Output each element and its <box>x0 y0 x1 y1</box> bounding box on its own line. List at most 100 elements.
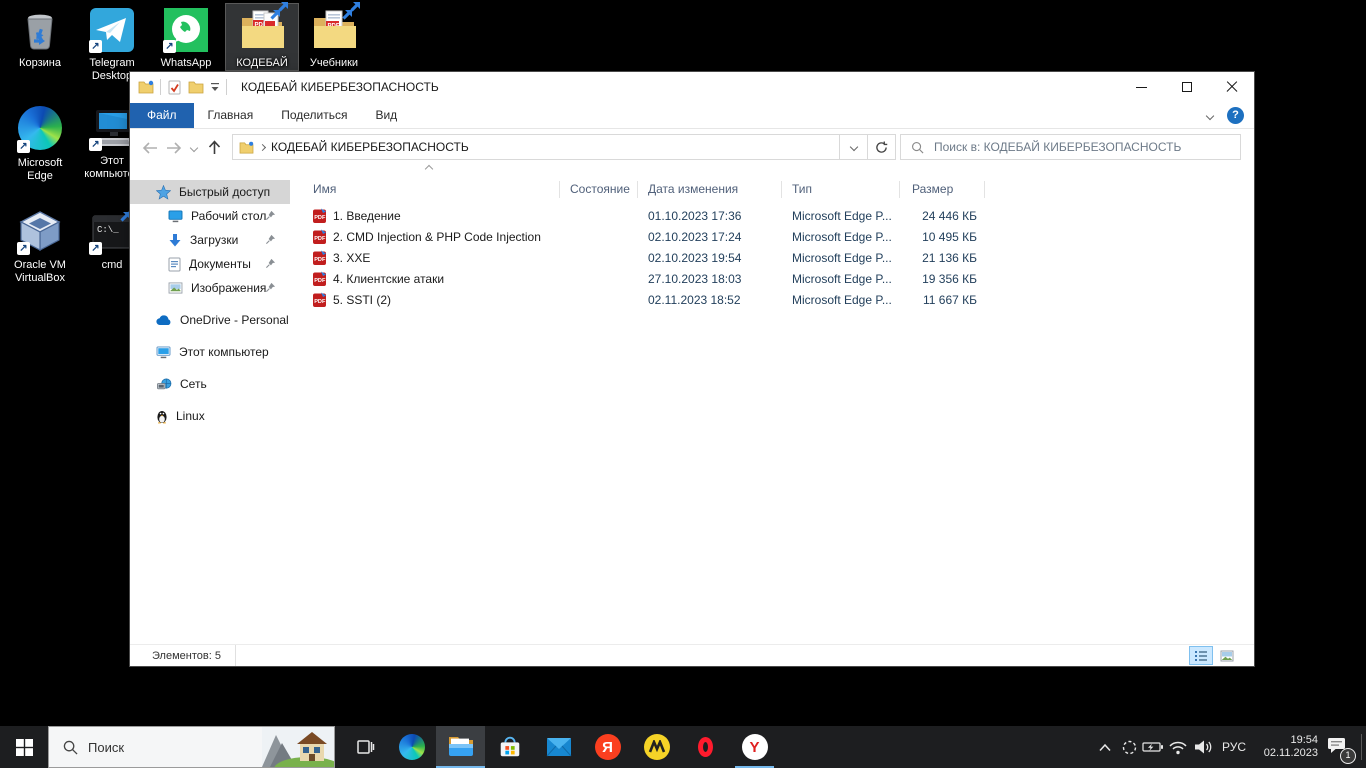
address-folder-icon <box>239 141 254 154</box>
refresh-button[interactable] <box>868 134 896 160</box>
maximize-button[interactable] <box>1164 72 1209 102</box>
desktop-icon-recycle-bin[interactable]: Корзина <box>4 6 76 70</box>
sidebar-item-label: Загрузки <box>190 233 238 247</box>
column-header-size[interactable]: Размер <box>900 181 985 198</box>
taskbar-store-button[interactable] <box>485 726 534 768</box>
desktop-icon-label: WhatsApp <box>150 57 222 70</box>
tab-file[interactable]: Файл <box>130 103 194 128</box>
speaker-icon <box>1194 739 1213 755</box>
search-placeholder: Поиск в: КОДЕБАЙ КИБЕРБЕЗОПАСНОСТЬ <box>934 140 1181 154</box>
tab-share[interactable]: Поделиться <box>267 103 361 128</box>
start-button[interactable] <box>0 726 48 768</box>
taskbar-mail-button[interactable] <box>534 726 583 768</box>
window-controls <box>1119 72 1254 102</box>
cmd-icon: C:\_ ↗ <box>88 208 136 256</box>
yellow-app-icon <box>644 734 670 760</box>
compressed-arrows-icon <box>268 1 290 23</box>
new-folder-button[interactable] <box>188 80 204 94</box>
downloads-arrow-icon <box>168 233 182 248</box>
desktop-icon-edge[interactable]: ↗ Microsoft Edge <box>4 104 76 183</box>
desktop-icon-whatsapp[interactable]: ↗ WhatsApp <box>150 6 222 70</box>
sidebar-item-pictures[interactable]: Изображения <box>130 276 290 300</box>
edge-icon: ↗ <box>16 106 64 154</box>
tray-language-indicator[interactable]: РУС <box>1216 726 1252 768</box>
tray-clock[interactable]: 19:54 02.11.2023 <box>1252 726 1318 768</box>
file-row[interactable]: PDF4. Клиентские атаки 27.10.2023 18:03 … <box>290 268 1254 289</box>
mail-icon <box>545 736 573 758</box>
address-bar[interactable]: КОДЕБАЙ КИБЕРБЕЗОПАСНОСТЬ <box>232 134 840 160</box>
tray-expand-button[interactable] <box>1094 726 1116 768</box>
desktop-icon-kodebay[interactable]: PDF КОДЕБАЙ <box>226 4 298 70</box>
sidebar-item-linux[interactable]: Linux <box>130 404 290 428</box>
taskbar-yandex-app-button[interactable]: Я <box>583 726 632 768</box>
taskbar-search-box[interactable]: Поиск <box>48 726 335 768</box>
task-view-button[interactable] <box>340 726 389 768</box>
file-date-modified: 02.11.2023 18:52 <box>638 293 782 307</box>
close-button[interactable] <box>1209 72 1254 102</box>
recent-locations-dropdown-icon[interactable] <box>186 136 202 160</box>
tray-app-button[interactable] <box>1118 726 1140 768</box>
sidebar-item-onedrive[interactable]: OneDrive - Personal <box>130 308 290 332</box>
sidebar-item-label: Документы <box>189 257 251 271</box>
properties-button[interactable] <box>167 80 182 95</box>
file-date-modified: 02.10.2023 19:54 <box>638 251 782 265</box>
onedrive-cloud-icon <box>156 315 172 326</box>
shortcut-arrow-badge: ↗ <box>17 140 30 153</box>
sidebar-item-label: Сеть <box>180 377 207 391</box>
search-icon <box>911 141 924 154</box>
taskbar-file-explorer-button[interactable] <box>436 726 485 768</box>
pin-icon <box>265 234 276 245</box>
sidebar-item-this-pc[interactable]: Этот компьютер <box>130 340 290 364</box>
file-date-modified: 01.10.2023 17:36 <box>638 209 782 223</box>
file-row[interactable]: PDF2. CMD Injection & PHP Code Injection… <box>290 226 1254 247</box>
tray-volume-button[interactable] <box>1190 726 1216 768</box>
file-row[interactable]: PDF1. Введение 01.10.2023 17:36 Microsof… <box>290 205 1254 226</box>
show-desktop-button[interactable] <box>1361 734 1362 760</box>
column-header-status[interactable]: Состояние <box>560 181 638 198</box>
forward-button[interactable] <box>162 136 186 160</box>
file-row[interactable]: PDF3. XXE 02.10.2023 19:54 Microsoft Edg… <box>290 247 1254 268</box>
tab-home[interactable]: Главная <box>194 103 268 128</box>
shortcut-arrow-badge: ↗ <box>89 242 102 255</box>
column-header-type[interactable]: Тип <box>782 181 900 198</box>
file-row[interactable]: PDF5. SSTI (2) 02.11.2023 18:52 Microsof… <box>290 289 1254 310</box>
column-header-date-modified[interactable]: Дата изменения <box>638 181 782 198</box>
desktop-icon-uchebniki[interactable]: PDF Учебники <box>298 6 370 70</box>
search-input[interactable]: Поиск в: КОДЕБАЙ КИБЕРБЕЗОПАСНОСТЬ <box>900 134 1241 160</box>
column-headers: Имя Состояние Дата изменения Тип Размер <box>290 178 1254 200</box>
sidebar-item-quick-access[interactable]: Быстрый доступ <box>130 180 290 204</box>
status-bar: Элементов: 5 <box>130 644 1254 666</box>
sidebar-item-downloads[interactable]: Загрузки <box>130 228 290 252</box>
sidebar-item-desktop[interactable]: Рабочий стол <box>130 204 290 228</box>
sidebar-item-label: Быстрый доступ <box>179 185 270 199</box>
help-icon[interactable]: ? <box>1227 107 1244 124</box>
tray-time: 19:54 <box>1252 734 1318 747</box>
shortcut-arrow-badge: ↗ <box>163 40 176 53</box>
tray-wifi-button[interactable] <box>1166 726 1190 768</box>
tray-battery-button[interactable] <box>1140 726 1166 768</box>
desktop-icon-label: Учебники <box>298 57 370 70</box>
customize-qat-dropdown-icon[interactable] <box>210 82 220 92</box>
up-button[interactable] <box>202 136 226 160</box>
column-header-name[interactable]: Имя <box>290 181 560 198</box>
svg-text:PDF: PDF <box>314 257 326 263</box>
back-button[interactable] <box>138 136 162 160</box>
sidebar-item-documents[interactable]: Документы <box>130 252 290 276</box>
taskbar-edge-button[interactable] <box>387 726 436 768</box>
taskbar-yellow-app-button[interactable] <box>632 726 681 768</box>
taskbar-yandex-browser-button[interactable]: Y <box>730 726 779 768</box>
desktop-icon-virtualbox[interactable]: ↗ Oracle VM VirtualBox <box>4 208 76 285</box>
taskbar-opera-button[interactable] <box>681 726 730 768</box>
desktop-icon-label: КОДЕБАЙ <box>226 57 298 70</box>
pdf-file-icon: PDF <box>312 292 327 308</box>
action-center-button[interactable]: 1 <box>1322 726 1352 768</box>
details-view-button[interactable] <box>1190 647 1212 664</box>
minimize-button[interactable] <box>1119 72 1164 102</box>
address-dropdown-button[interactable] <box>840 134 868 160</box>
chevron-up-icon <box>1098 743 1112 752</box>
expand-ribbon-icon[interactable] <box>1206 111 1214 119</box>
sort-ascending-icon <box>425 165 433 173</box>
sidebar-item-network[interactable]: Сеть <box>130 372 290 396</box>
tab-view[interactable]: Вид <box>361 103 411 128</box>
large-icons-view-button[interactable] <box>1216 647 1238 664</box>
